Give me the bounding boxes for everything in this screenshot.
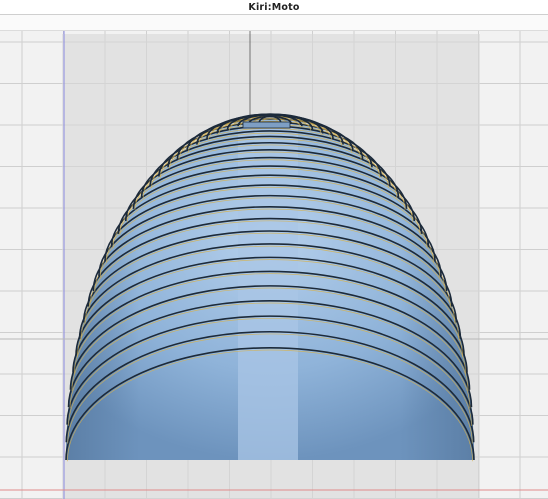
toolbar-strip [0, 15, 548, 31]
scene-canvas[interactable] [0, 31, 548, 499]
dome-core-strip [238, 121, 298, 460]
3d-viewport[interactable] [0, 31, 548, 499]
app-title: Kiri:Moto [248, 1, 300, 13]
dome-top-cap [242, 121, 291, 129]
title-bar: Kiri:Moto [0, 0, 548, 15]
